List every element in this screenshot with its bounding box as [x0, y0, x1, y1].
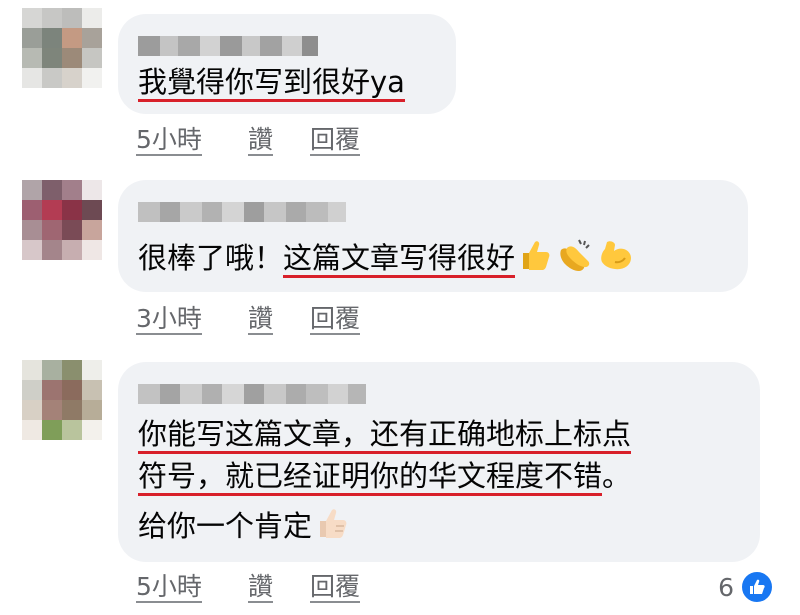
- flexed-biceps-icon: [599, 238, 635, 280]
- comment-text-period: 。: [602, 459, 632, 493]
- thumbs-up-icon: [316, 506, 350, 548]
- comment-bubble: 很棒了哦！这篇文章写得很好: [118, 180, 748, 292]
- author-name-blurred[interactable]: [138, 202, 346, 222]
- reply-button[interactable]: 回覆: [310, 573, 361, 603]
- thumbs-up-icon: [519, 238, 553, 280]
- avatar[interactable]: [22, 8, 102, 88]
- like-reaction-icon: [740, 570, 774, 604]
- comment-text: 我覺得你写到很好ya: [138, 65, 405, 102]
- like-button[interactable]: 讚: [248, 126, 274, 156]
- avatar[interactable]: [22, 180, 102, 260]
- reaction-count[interactable]: 6: [718, 570, 774, 604]
- timestamp-link[interactable]: 5小時: [136, 126, 202, 156]
- timestamp-link[interactable]: 5小時: [136, 573, 202, 603]
- comment-text-line2: 符号，就已经证明你的华文程度不错: [138, 459, 603, 496]
- clapping-hands-icon: [557, 238, 595, 280]
- comment-text: 很棒了哦！: [138, 241, 284, 275]
- reply-button[interactable]: 回覆: [310, 305, 361, 335]
- avatar[interactable]: [22, 360, 102, 440]
- comment-text-line3: 给你一个肯定: [138, 509, 313, 543]
- timestamp-link[interactable]: 3小時: [136, 305, 202, 335]
- author-name-blurred[interactable]: [138, 384, 366, 404]
- comment-text-highlight: 这篇文章写得很好: [283, 241, 516, 278]
- comment-bubble: 我覺得你写到很好ya: [118, 14, 456, 114]
- like-button[interactable]: 讚: [248, 573, 274, 603]
- comment-bubble: 你能写这篇文章，还有正确地标上标点 符号，就已经证明你的华文程度不错。 给你一个…: [118, 362, 760, 562]
- comment-text-line1: 你能写这篇文章，还有正确地标上标点: [138, 417, 632, 454]
- reply-button[interactable]: 回覆: [310, 126, 361, 156]
- reaction-count-number: 6: [718, 572, 734, 602]
- author-name-blurred[interactable]: [138, 36, 318, 56]
- like-button[interactable]: 讚: [248, 305, 274, 335]
